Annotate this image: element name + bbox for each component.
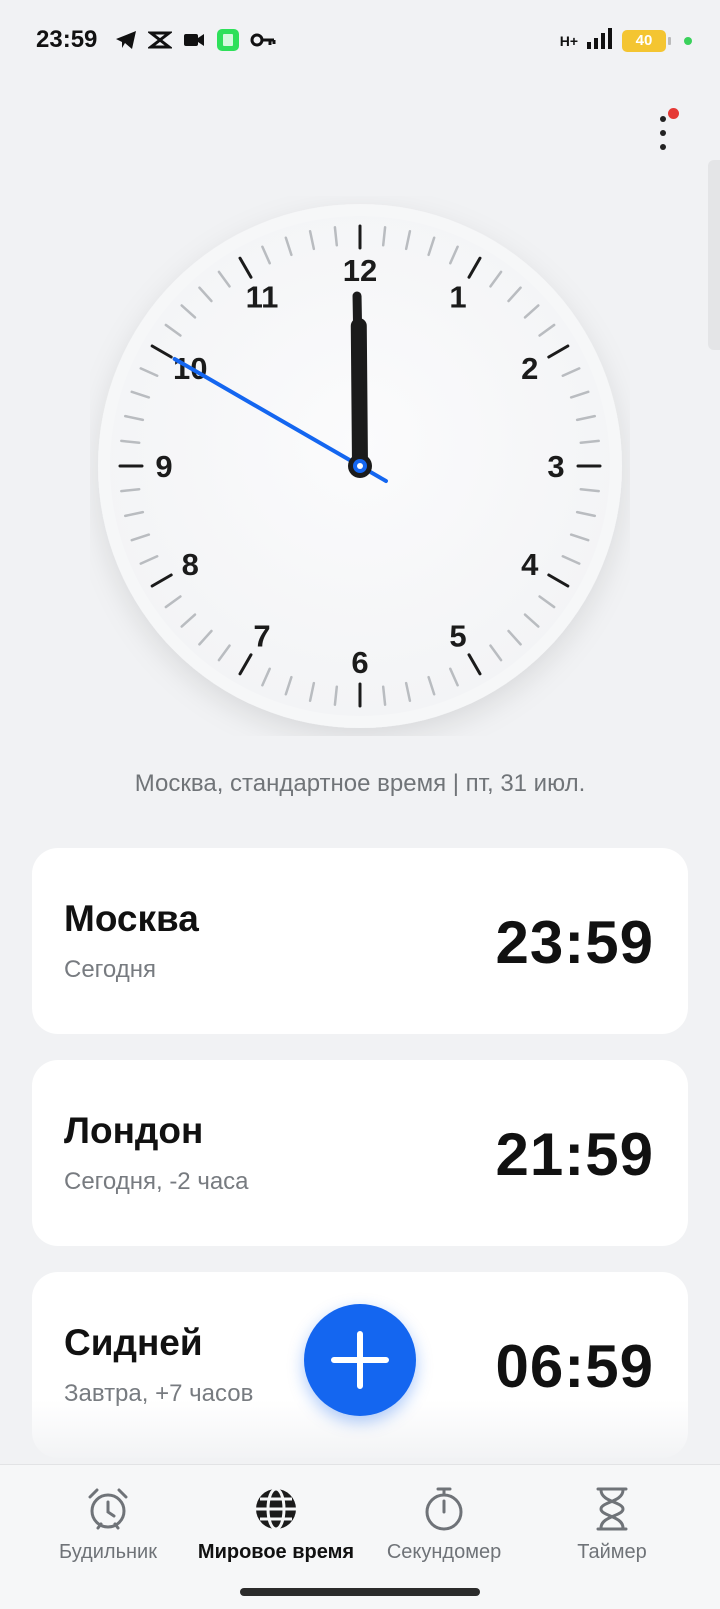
clock-number: 2: [521, 351, 538, 386]
clock-number: 11: [246, 279, 279, 314]
status-bar: 23:59 H+ 40: [0, 0, 720, 84]
clock-number: 4: [521, 547, 539, 582]
clock-number: 6: [351, 645, 368, 680]
notification-badge: [668, 108, 679, 119]
capcut-icon: [146, 29, 174, 56]
more-options-button[interactable]: [648, 108, 684, 158]
tab-stopwatch[interactable]: Секундомер: [354, 1485, 534, 1564]
city-name: Москва: [64, 898, 199, 939]
privacy-indicator: [684, 36, 692, 45]
more-icon-dot: [660, 130, 666, 136]
tab-label: Будильник: [59, 1541, 157, 1563]
video-icon: [182, 29, 206, 56]
tab-label: Секундомер: [386, 1541, 502, 1563]
tab-timer[interactable]: Таймер: [522, 1485, 702, 1564]
system-icons: H+ 40: [560, 26, 692, 55]
city-name: Лондон: [64, 1110, 204, 1151]
clock-number: 8: [182, 547, 199, 582]
clock-number: 3: [547, 449, 564, 484]
stopwatch-icon: [425, 1487, 463, 1531]
clock-number: 1: [449, 279, 466, 314]
center-pin: [357, 463, 363, 469]
city-card-moscow[interactable]: Москва Сегодня 23:59: [32, 848, 688, 1034]
city-time: 21:59: [495, 1121, 654, 1188]
scrollbar[interactable]: [708, 160, 720, 350]
home-indicator[interactable]: [240, 1588, 480, 1596]
tab-alarm[interactable]: Будильник: [18, 1485, 198, 1564]
clock-face: 121234567891011: [98, 204, 622, 728]
plus-icon: [331, 1331, 389, 1389]
notification-icons: [114, 28, 276, 57]
tab-label: Таймер: [577, 1541, 647, 1563]
minute-hand: [352, 291, 365, 471]
clock-number: 12: [343, 253, 377, 288]
clock-number: 9: [155, 449, 172, 484]
status-time: 23:59: [36, 26, 98, 53]
city-card-london[interactable]: Лондон Сегодня, -2 часа 21:59: [32, 1060, 688, 1246]
city-time: 06:59: [495, 1333, 654, 1400]
city-offset: Сегодня, -2 часа: [64, 1168, 249, 1195]
telegram-icon: [114, 29, 138, 56]
add-city-button[interactable]: [304, 1304, 416, 1416]
clock-number: 5: [449, 619, 466, 654]
analog-clock: 121234567891011: [90, 196, 630, 736]
alarm-clock-icon: [88, 1488, 128, 1530]
city-offset: Сегодня: [64, 956, 156, 983]
app-icon: [216, 28, 240, 57]
network-type: H+: [559, 32, 578, 49]
tab-label: Мировое время: [197, 1541, 355, 1563]
city-name: Сидней: [64, 1322, 203, 1363]
key-icon: [250, 29, 276, 56]
clock-number: 7: [253, 619, 270, 654]
tab-world-clock[interactable]: Мировое время: [186, 1485, 366, 1564]
current-date-line: Москва, стандартное время | пт, 31 июл.: [134, 770, 586, 797]
more-icon: [660, 116, 666, 122]
globe-icon: [256, 1487, 296, 1531]
signal-icon: [586, 26, 614, 55]
more-icon-dot: [660, 144, 666, 150]
city-time: 23:59: [495, 909, 654, 976]
hourglass-icon: [596, 1487, 628, 1531]
battery-icon: 40: [622, 29, 671, 52]
